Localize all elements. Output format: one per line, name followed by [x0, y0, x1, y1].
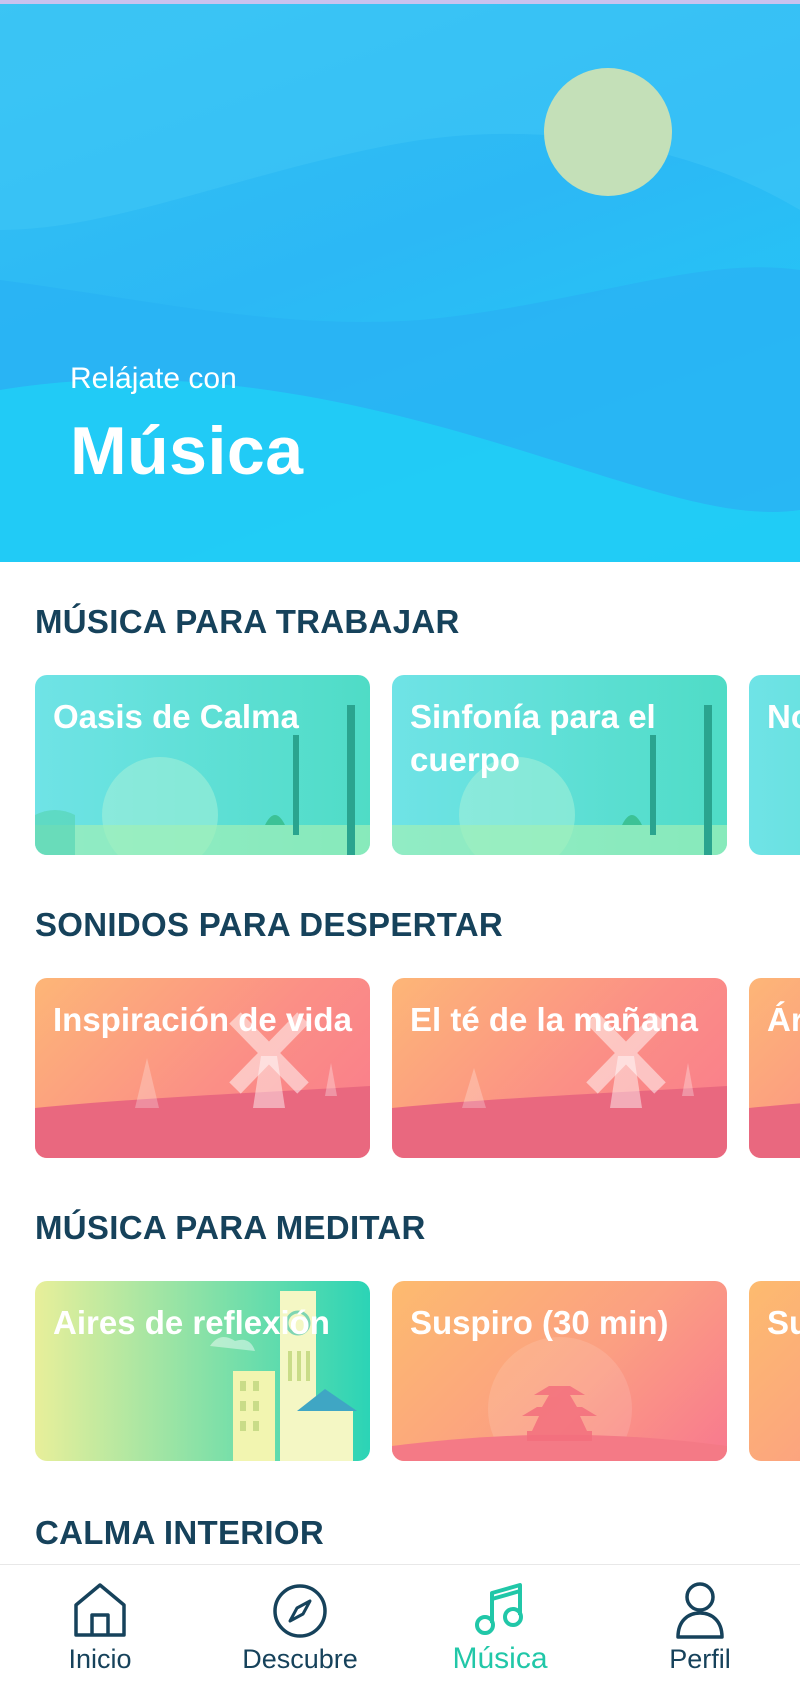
card-title: Su m [767, 1304, 800, 1341]
music-card[interactable]: No [749, 675, 800, 855]
home-icon [74, 1583, 126, 1637]
music-card[interactable]: Su m [749, 1281, 800, 1461]
card-title: Aires de reflexión [53, 1304, 330, 1341]
card-title: Sinfonía para el cuerpo [410, 698, 656, 778]
profile-icon [676, 1582, 724, 1639]
card-title: Suspiro (30 min) [410, 1304, 669, 1341]
nav-item-descubre[interactable]: Descubre [200, 1565, 400, 1685]
music-note-icon [475, 1583, 523, 1635]
sun-icon [544, 68, 672, 196]
card-title: Oasis de Calma [53, 698, 299, 735]
music-card[interactable]: Sinfonía para el cuerpo [392, 675, 727, 855]
card-row-trabajar[interactable]: Oasis de Calma Sinfonía para el cuerpo N… [0, 675, 800, 855]
hero-banner: Relájate con Música [0, 0, 800, 562]
nav-item-musica[interactable]: Música [400, 1565, 600, 1685]
music-card[interactable]: Oasis de Calma [35, 675, 370, 855]
bottom-navigation: Inicio Descubre Música Perfil [0, 1564, 800, 1685]
nav-label: Inicio [68, 1644, 132, 1674]
nav-label: Música [452, 1642, 548, 1675]
section-title-calma-interior: CALMA INTERIOR [35, 1514, 324, 1551]
hero-title: Música [70, 413, 304, 489]
section-title-meditar: MÚSICA PARA MEDITAR [35, 1209, 426, 1246]
music-card[interactable]: Aires de reflexión [35, 1281, 370, 1461]
card-title: El té de la mañana [410, 1001, 698, 1038]
music-card[interactable]: Inspiración de vida [35, 978, 370, 1158]
section-title-trabajar: MÚSICA PARA TRABAJAR [35, 603, 460, 640]
card-title: No [767, 698, 800, 735]
card-title: Ár co [767, 1001, 800, 1038]
card-row-meditar[interactable]: Aires de reflexión Suspiro (30 min) Su m [0, 1281, 800, 1461]
music-card[interactable]: El té de la mañana [392, 978, 727, 1158]
card-row-despertar[interactable]: Inspiración de vida El té de la mañana Á… [0, 978, 800, 1158]
compass-icon [273, 1584, 327, 1638]
nav-item-inicio[interactable]: Inicio [0, 1565, 200, 1685]
music-card[interactable]: Ár co [749, 978, 800, 1158]
music-card[interactable]: Suspiro (30 min) [392, 1281, 727, 1461]
nav-label: Descubre [242, 1644, 358, 1674]
section-title-despertar: SONIDOS PARA DESPERTAR [35, 906, 504, 943]
nav-label: Perfil [669, 1644, 731, 1674]
nav-item-perfil[interactable]: Perfil [600, 1565, 800, 1685]
hero-subtitle: Relájate con [70, 362, 237, 395]
card-title: Inspiración de vida [53, 1001, 352, 1038]
